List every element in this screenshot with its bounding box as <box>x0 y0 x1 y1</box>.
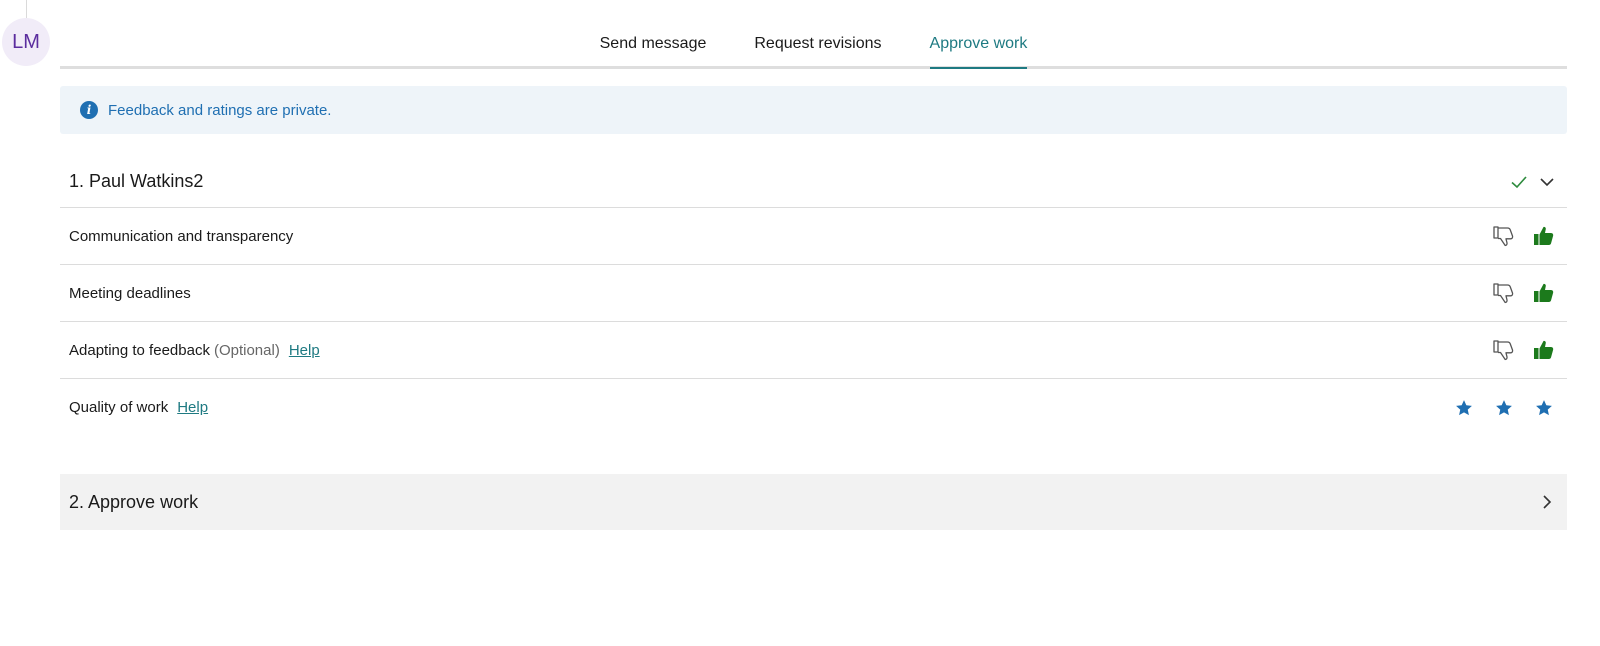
thumbs-up-icon[interactable] <box>1531 280 1557 306</box>
section-2-title: 2. Approve work <box>69 491 199 512</box>
thumb-controls <box>1491 280 1557 306</box>
rating-label: Adapting to feedback (Optional) Help <box>69 342 320 359</box>
star-icon[interactable] <box>1491 395 1517 421</box>
help-link[interactable]: Help <box>289 342 320 359</box>
criterion-name: Meeting deadlines <box>69 284 191 302</box>
section-2-header[interactable]: 2. Approve work <box>60 474 1567 530</box>
rating-row-deadlines: Meeting deadlines <box>60 265 1567 322</box>
optional-tag: (Optional) <box>213 341 280 359</box>
chevron-down-icon[interactable] <box>1537 172 1557 192</box>
chevron-right-icon[interactable] <box>1537 492 1557 512</box>
rating-label: Quality of work Help <box>69 399 208 416</box>
thumbs-down-icon[interactable] <box>1491 337 1517 363</box>
tab-bar: Send message Request revisions Approve w… <box>60 0 1567 69</box>
main-panel: Send message Request revisions Approve w… <box>60 0 1567 530</box>
rating-row-communication: Communication and transparency <box>60 208 1567 265</box>
rating-label: Communication and transparency <box>69 228 293 245</box>
avatar-initials: LM <box>12 30 40 53</box>
thumbs-up-icon[interactable] <box>1531 223 1557 249</box>
tab-send-message[interactable]: Send message <box>600 35 707 66</box>
tab-approve-work[interactable]: Approve work <box>929 35 1027 69</box>
star-icon[interactable] <box>1531 395 1557 421</box>
thumb-controls <box>1491 337 1557 363</box>
thumb-controls <box>1491 223 1557 249</box>
criterion-name: Quality of work <box>69 399 169 416</box>
check-icon <box>1509 172 1529 192</box>
help-link[interactable]: Help <box>177 399 208 416</box>
thumbs-down-icon[interactable] <box>1491 280 1517 306</box>
info-banner: i Feedback and ratings are private. <box>60 86 1567 134</box>
criterion-name: Adapting to feedback <box>69 341 210 359</box>
rating-row-quality: Quality of work Help <box>60 379 1567 436</box>
avatar: LM <box>2 18 50 66</box>
thumbs-down-icon[interactable] <box>1491 223 1517 249</box>
section-1-title: 1. Paul Watkins2 <box>69 171 204 191</box>
star-icon[interactable] <box>1451 395 1477 421</box>
section-1-header-icons <box>1509 172 1557 192</box>
timeline-line <box>26 0 27 18</box>
rating-row-adapting: Adapting to feedback (Optional) Help <box>60 322 1567 379</box>
info-text: Feedback and ratings are private. <box>108 101 332 119</box>
criterion-name: Communication and transparency <box>69 227 294 245</box>
star-controls <box>1451 395 1557 421</box>
info-icon: i <box>80 101 98 119</box>
thumbs-up-icon[interactable] <box>1531 337 1557 363</box>
rating-label: Meeting deadlines <box>69 285 191 302</box>
section-1-header[interactable]: 1. Paul Watkins2 <box>60 156 1567 208</box>
tab-request-revisions[interactable]: Request revisions <box>754 35 881 66</box>
